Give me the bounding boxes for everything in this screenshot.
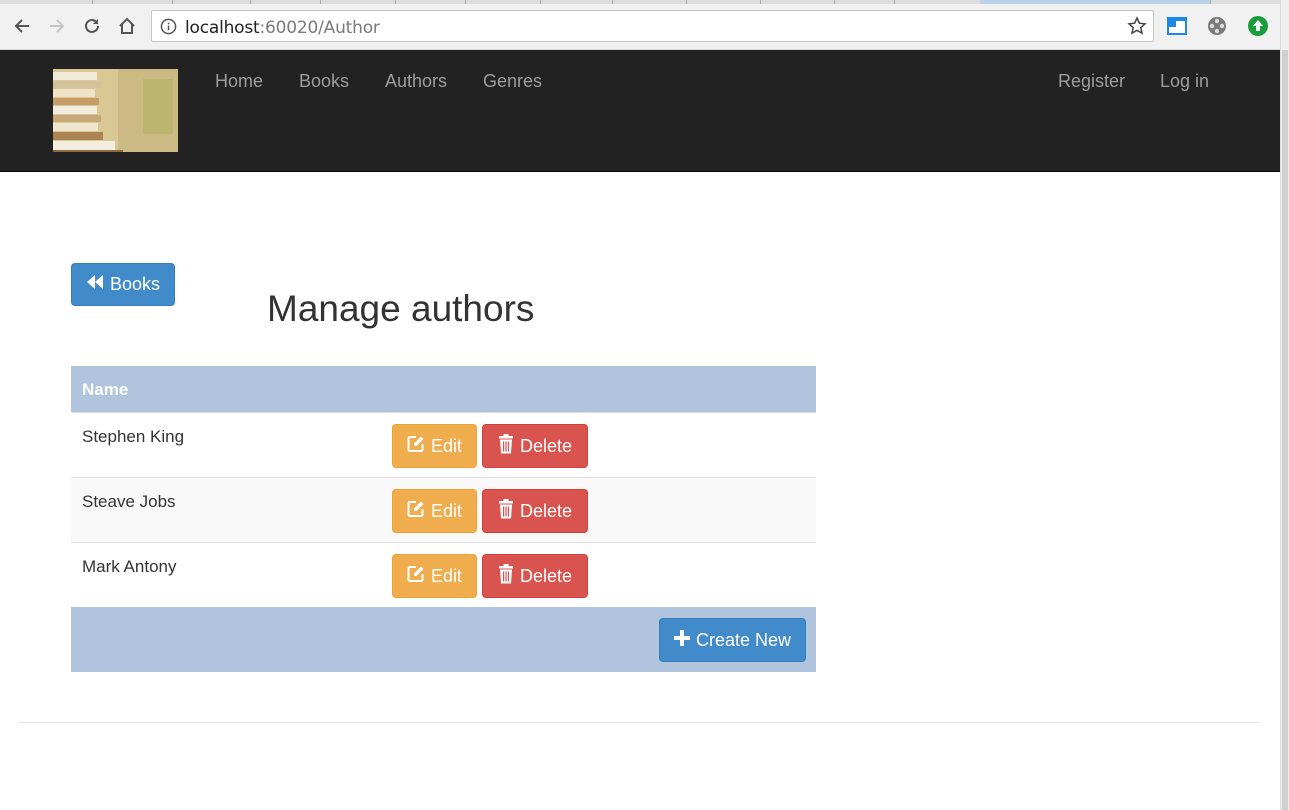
nav-genres[interactable]: Genres xyxy=(483,71,542,92)
url-text: localhost:60020/Author xyxy=(185,18,380,38)
trash-icon xyxy=(498,563,514,589)
table-header: Name xyxy=(71,366,816,412)
nav-home[interactable]: Home xyxy=(215,71,263,92)
star-icon[interactable] xyxy=(1127,16,1147,41)
nav-books[interactable]: Books xyxy=(299,71,349,92)
table-row: Steave Jobs Edit Delete xyxy=(71,477,816,542)
delete-label: Delete xyxy=(519,500,573,521)
site-navbar: Home Books Authors Genres Register Log i… xyxy=(0,50,1280,172)
tab-strip xyxy=(0,0,1289,4)
table-row: Stephen King Edit Delete xyxy=(71,412,816,477)
delete-label: Delete xyxy=(519,435,573,456)
table-row: Mark Antony Edit Delete xyxy=(71,542,816,607)
home-icon[interactable] xyxy=(115,14,139,38)
url-host: localhost xyxy=(185,18,260,38)
edit-button[interactable]: Edit xyxy=(392,554,477,598)
browser-toolbar: localhost:60020/Author xyxy=(0,0,1289,50)
footer-divider xyxy=(19,722,1260,723)
reload-icon[interactable] xyxy=(80,14,104,38)
scrollbar-thumb[interactable] xyxy=(1282,50,1288,810)
delete-button[interactable]: Delete xyxy=(482,489,588,533)
delete-button[interactable]: Delete xyxy=(482,554,588,598)
nav-login[interactable]: Log in xyxy=(1160,71,1209,92)
address-bar[interactable]: localhost:60020/Author xyxy=(151,10,1154,42)
edit-label: Edit xyxy=(430,435,463,456)
plus-icon xyxy=(673,629,690,651)
extension-window-icon[interactable] xyxy=(1166,15,1188,37)
back-icon[interactable] xyxy=(10,14,34,38)
author-name: Mark Antony xyxy=(82,557,177,576)
create-new-label: Create New xyxy=(695,629,792,650)
extension-upload-icon[interactable] xyxy=(1247,15,1269,37)
author-name: Steave Jobs xyxy=(82,492,176,511)
books-logo[interactable] xyxy=(53,69,178,152)
trash-icon xyxy=(498,433,514,459)
trash-icon xyxy=(498,498,514,524)
author-name: Stephen King xyxy=(82,427,185,446)
edit-label: Edit xyxy=(430,500,463,521)
delete-label: Delete xyxy=(519,565,573,586)
page-scrollbar[interactable] xyxy=(1280,0,1289,810)
back-button-label: Books xyxy=(109,274,161,294)
edit-icon xyxy=(407,565,425,588)
fast-backward-icon xyxy=(86,274,104,295)
edit-icon xyxy=(407,435,425,458)
page-title: Manage authors xyxy=(267,288,535,329)
nav-register[interactable]: Register xyxy=(1058,71,1125,92)
edit-button[interactable]: Edit xyxy=(392,424,477,468)
edit-label: Edit xyxy=(430,565,463,586)
edit-button[interactable]: Edit xyxy=(392,489,477,533)
table-footer: Create New xyxy=(71,607,816,672)
column-header-name: Name xyxy=(82,380,129,399)
url-path: :60020/Author xyxy=(259,18,380,38)
info-icon[interactable] xyxy=(160,18,177,40)
edit-icon xyxy=(407,500,425,523)
extension-film-icon[interactable] xyxy=(1206,15,1228,37)
create-new-button[interactable]: Create New xyxy=(659,618,806,662)
nav-authors[interactable]: Authors xyxy=(385,71,447,92)
back-to-books-button[interactable]: Books xyxy=(71,263,175,306)
delete-button[interactable]: Delete xyxy=(482,424,588,468)
forward-icon[interactable] xyxy=(45,14,69,38)
